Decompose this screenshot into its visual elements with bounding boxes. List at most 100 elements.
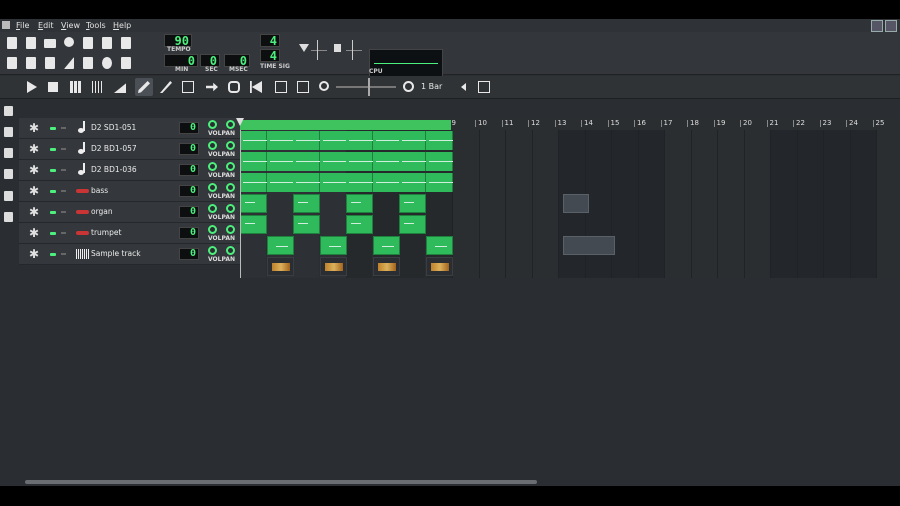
melody-pattern-block[interactable] [240,215,267,234]
loop-points-button[interactable] [225,78,243,96]
beat-pattern-block[interactable] [426,152,453,171]
controller-rack-button[interactable] [99,55,115,71]
add-beat-track-button[interactable] [67,78,85,96]
sample-clip[interactable] [320,257,347,276]
quantize-select[interactable]: 1 Bar [418,80,468,94]
project-notes-button[interactable] [118,55,134,71]
gear-icon[interactable]: ✱ [29,206,39,218]
volume-knob[interactable] [208,141,217,150]
solo-button[interactable] [61,211,66,213]
open-project-button[interactable] [42,35,58,51]
piano-roll-button[interactable] [42,55,58,71]
pan-knob[interactable] [226,246,235,255]
mute-button[interactable] [50,169,56,172]
mixer-button[interactable] [80,55,96,71]
beat-pattern-block[interactable] [426,173,453,192]
volume-knob[interactable] [208,120,217,129]
beat-pattern-block[interactable] [399,152,426,171]
insert-bar-button[interactable] [272,78,290,96]
zoom-button[interactable] [316,78,334,96]
home-folder-icon[interactable] [4,191,13,201]
track-row[interactable]: ✱ D2 BD1-036 0 VOLPAN [19,160,240,181]
melody-pattern-block[interactable] [373,236,400,255]
master-pitch-slider[interactable] [334,38,364,62]
melody-pattern-block[interactable] [293,215,320,234]
mute-button[interactable] [50,190,56,193]
gear-icon[interactable]: ✱ [29,227,39,239]
solo-button[interactable] [61,169,66,171]
beat-pattern-block[interactable] [373,152,400,171]
beat-pattern-block[interactable] [399,131,426,150]
mute-button[interactable] [50,211,56,214]
solo-button[interactable] [61,190,66,192]
rewind-button[interactable] [247,78,265,96]
beat-pattern-block[interactable] [293,173,320,192]
song-editor-button[interactable] [4,55,20,71]
mute-button[interactable] [50,253,56,256]
pan-knob[interactable] [226,162,235,171]
beat-pattern-block[interactable] [399,173,426,192]
beat-pattern-block[interactable] [240,131,267,150]
gear-icon[interactable]: ✱ [29,164,39,176]
play-button[interactable] [22,78,40,96]
beat-pattern-block[interactable] [373,131,400,150]
zoom-slider[interactable] [336,78,396,96]
recent-projects-button[interactable] [61,35,77,51]
empty-pattern-block[interactable] [563,236,615,255]
track-name[interactable]: trumpet [91,228,121,237]
track-name[interactable]: D2 SD1-051 [91,123,136,132]
pan-knob[interactable] [226,204,235,213]
track-row[interactable]: ✱ organ 0 VOLPAN [19,202,240,223]
pan-knob[interactable] [226,120,235,129]
instrument-plugins-icon[interactable] [4,106,13,116]
time-sig-denominator[interactable]: 4 [260,49,280,62]
beat-pattern-block[interactable] [346,131,373,150]
menu-file[interactable]: File [16,21,29,30]
add-sample-track-button[interactable] [89,78,107,96]
song-editor-grid[interactable] [240,130,900,278]
beat-pattern-block[interactable] [267,152,294,171]
sample-clip[interactable] [426,257,453,276]
quantize-icon-button[interactable] [400,78,418,96]
track-row[interactable]: ✱ bass 0 VOLPAN [19,181,240,202]
volume-knob[interactable] [208,162,217,171]
beat-pattern-block[interactable] [240,152,267,171]
solo-button[interactable] [61,148,66,150]
new-from-template-button[interactable] [23,35,39,51]
close-button[interactable] [885,20,897,32]
melody-pattern-block[interactable] [346,194,373,213]
beat-pattern-block[interactable] [346,173,373,192]
presets-icon[interactable] [4,169,13,179]
beat-pattern-block[interactable] [293,152,320,171]
track-name[interactable]: bass [91,186,108,195]
export-tracks-button[interactable] [118,35,134,51]
menu-view[interactable]: View [61,21,80,30]
sample-clip[interactable] [267,257,294,276]
gear-icon[interactable]: ✱ [29,143,39,155]
gear-icon[interactable]: ✱ [29,248,39,260]
automation-editor-button[interactable] [61,55,77,71]
track-name[interactable]: organ [91,207,113,216]
save-button[interactable] [80,35,96,51]
menu-tools[interactable]: Tools [86,21,106,30]
melody-pattern-block[interactable] [320,236,347,255]
select-mode-button[interactable] [179,78,197,96]
gear-icon[interactable]: ✱ [29,122,39,134]
beat-pattern-block[interactable] [320,131,347,150]
track-row[interactable]: ✱ D2 SD1-051 0 VOLPAN [19,118,240,139]
horizontal-scrollbar[interactable] [25,480,537,484]
melody-pattern-block[interactable] [293,194,320,213]
beat-editor-button[interactable] [23,55,39,71]
beat-pattern-block[interactable] [267,131,294,150]
track-name[interactable]: Sample track [91,249,141,258]
empty-pattern-block[interactable] [563,194,589,213]
solo-button[interactable] [61,253,66,255]
solo-button[interactable] [61,127,66,129]
playhead-marker[interactable] [236,118,244,126]
track-row[interactable]: ✱ Sample track 0 VOLPAN [19,244,240,265]
melody-pattern-block[interactable] [346,215,373,234]
track-row[interactable]: ✱ trumpet 0 VOLPAN [19,223,240,244]
beat-pattern-block[interactable] [267,173,294,192]
beat-pattern-block[interactable] [373,173,400,192]
computer-icon[interactable] [4,212,13,222]
